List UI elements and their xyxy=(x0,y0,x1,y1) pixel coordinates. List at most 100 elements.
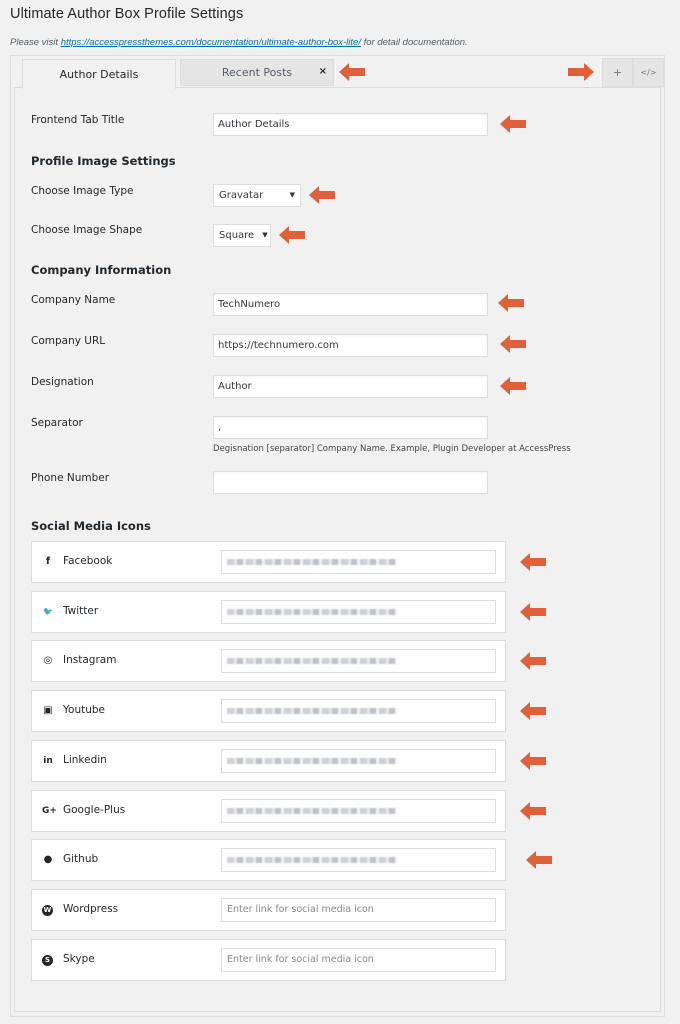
left-arrow-icon xyxy=(498,294,524,312)
social-link-input[interactable] xyxy=(221,599,496,624)
social-link-input[interactable] xyxy=(221,798,496,823)
image-shape-select[interactable]: Square ▼ xyxy=(213,224,271,247)
google-plus-icon: G+ xyxy=(42,805,57,816)
social-row-github: ● Github xyxy=(31,839,506,882)
documentation-link[interactable]: https://accesspressthemes.com/documentat… xyxy=(61,37,361,48)
designation-label: Designation xyxy=(31,376,94,388)
social-row-twitter: 🐦 Twitter xyxy=(31,590,506,633)
add-tab-button[interactable]: + xyxy=(602,58,633,87)
social-row-google-plus: G+ Google-Plus xyxy=(31,789,506,832)
left-arrow-icon xyxy=(520,553,546,571)
doc-note-prefix: Please visit xyxy=(10,37,61,48)
social-row-wordpress: W Wordpress Enter link for social media ic… xyxy=(31,888,506,931)
social-row-youtube: ▣ Youtube xyxy=(31,690,506,733)
left-arrow-icon xyxy=(520,602,546,621)
doc-note-suffix: for detail documentation. xyxy=(360,37,468,48)
social-label: Facebook xyxy=(63,555,113,567)
select-value: Gravatar xyxy=(219,190,264,201)
social-row-skype: S Skype Enter link for social media icon xyxy=(31,938,506,981)
tab-author-details[interactable]: Author Details xyxy=(22,59,176,89)
social-label: Linkedin xyxy=(63,753,107,766)
phone-number-input[interactable] xyxy=(213,471,488,494)
social-link-input[interactable] xyxy=(221,550,496,574)
social-link-placeholder: Enter link for social media icon xyxy=(227,953,374,965)
company-name-input[interactable]: TechNumero xyxy=(213,293,488,316)
image-shape-label: Choose Image Shape xyxy=(31,224,143,236)
left-arrow-icon xyxy=(526,851,552,870)
social-row-instagram: ◎ Instagram xyxy=(31,640,506,683)
separator-help-text: Degisnation [separator] Company Name. Ex… xyxy=(213,444,571,454)
tab-label: Author Details xyxy=(59,68,139,81)
left-arrow-icon xyxy=(520,652,546,671)
settings-box: Author Details Recent Posts × + </> Fron… xyxy=(10,55,665,1017)
tab-recent-posts[interactable]: Recent Posts × xyxy=(180,59,334,86)
social-label: Twitter xyxy=(63,604,99,617)
blurred-link-value xyxy=(227,807,397,814)
company-url-label: Company URL xyxy=(31,335,106,347)
twitter-icon: 🐦 xyxy=(43,606,53,616)
blurred-link-value xyxy=(227,757,397,764)
social-link-input[interactable] xyxy=(221,848,496,873)
social-link-input[interactable]: Enter link for social media icon xyxy=(221,947,496,972)
left-arrow-icon xyxy=(309,186,335,204)
blurred-link-value xyxy=(227,708,397,715)
linkedin-icon: in xyxy=(43,755,53,766)
blurred-link-value xyxy=(227,559,397,565)
social-link-input[interactable]: Enter link for social media icon xyxy=(221,897,496,922)
left-arrow-icon xyxy=(520,751,546,770)
plus-icon: + xyxy=(612,66,623,79)
social-label: Skype xyxy=(63,952,95,965)
social-row-facebook: f Facebook xyxy=(31,541,506,583)
profile-image-heading: Profile Image Settings xyxy=(31,154,176,168)
social-media-icons-heading: Social Media Icons xyxy=(31,519,151,533)
documentation-note: Please visit https://accesspressthemes.c… xyxy=(10,37,468,48)
right-arrow-icon xyxy=(568,63,594,81)
separator-label: Separator xyxy=(31,417,83,429)
social-row-linkedin: in Linkedin xyxy=(31,739,506,782)
wordpress-icon: W xyxy=(42,904,53,916)
code-button[interactable]: </> xyxy=(633,58,664,87)
image-type-select[interactable]: Gravatar ▼ xyxy=(213,184,301,207)
social-label: Youtube xyxy=(63,704,105,717)
social-label: Google-Plus xyxy=(63,803,126,816)
image-type-label: Choose Image Type xyxy=(31,185,134,197)
left-arrow-icon xyxy=(500,377,526,395)
social-link-input[interactable] xyxy=(221,748,496,773)
skype-icon: S xyxy=(42,954,53,966)
chevron-down-icon: ▼ xyxy=(289,191,295,199)
left-arrow-icon xyxy=(500,115,526,133)
frontend-tab-title-label: Frontend Tab Title xyxy=(31,114,125,126)
phone-number-label: Phone Number xyxy=(31,472,110,484)
left-arrow-icon xyxy=(279,226,305,244)
left-arrow-icon xyxy=(520,801,546,820)
left-arrow-icon xyxy=(520,702,546,721)
tab-label: Recent Posts xyxy=(221,66,293,79)
left-arrow-icon xyxy=(500,335,526,353)
company-name-label: Company Name xyxy=(31,294,116,306)
company-url-input[interactable]: https://technumero.com xyxy=(213,334,488,357)
close-icon[interactable]: × xyxy=(319,66,327,77)
company-information-heading: Company Information xyxy=(31,263,172,277)
blurred-link-value xyxy=(227,857,397,864)
separator-input[interactable]: , xyxy=(213,416,488,439)
blurred-link-value xyxy=(227,658,397,665)
social-link-input[interactable] xyxy=(221,649,496,674)
code-icon: </> xyxy=(640,68,657,77)
page-title: Ultimate Author Box Profile Settings xyxy=(10,6,244,22)
instagram-icon: ◎ xyxy=(43,655,53,667)
social-label: Wordpress xyxy=(63,902,119,915)
youtube-icon: ▣ xyxy=(43,705,53,717)
social-link-placeholder: Enter link for social media icon xyxy=(227,903,374,915)
select-value: Square xyxy=(219,230,255,241)
tabs-bar: Author Details Recent Posts × + </> xyxy=(11,56,664,89)
designation-input[interactable]: Author xyxy=(213,375,488,398)
frontend-tab-title-input[interactable]: Author Details xyxy=(213,113,488,136)
chevron-down-icon: ▼ xyxy=(262,231,268,239)
social-label: Instagram xyxy=(63,654,117,667)
social-link-input[interactable] xyxy=(221,699,496,724)
author-details-panel: Frontend Tab Title Author Details Profil… xyxy=(14,87,661,1012)
social-label: Github xyxy=(63,853,99,866)
blurred-link-value xyxy=(227,608,397,615)
left-arrow-icon xyxy=(339,63,365,81)
github-icon: ● xyxy=(43,854,53,866)
